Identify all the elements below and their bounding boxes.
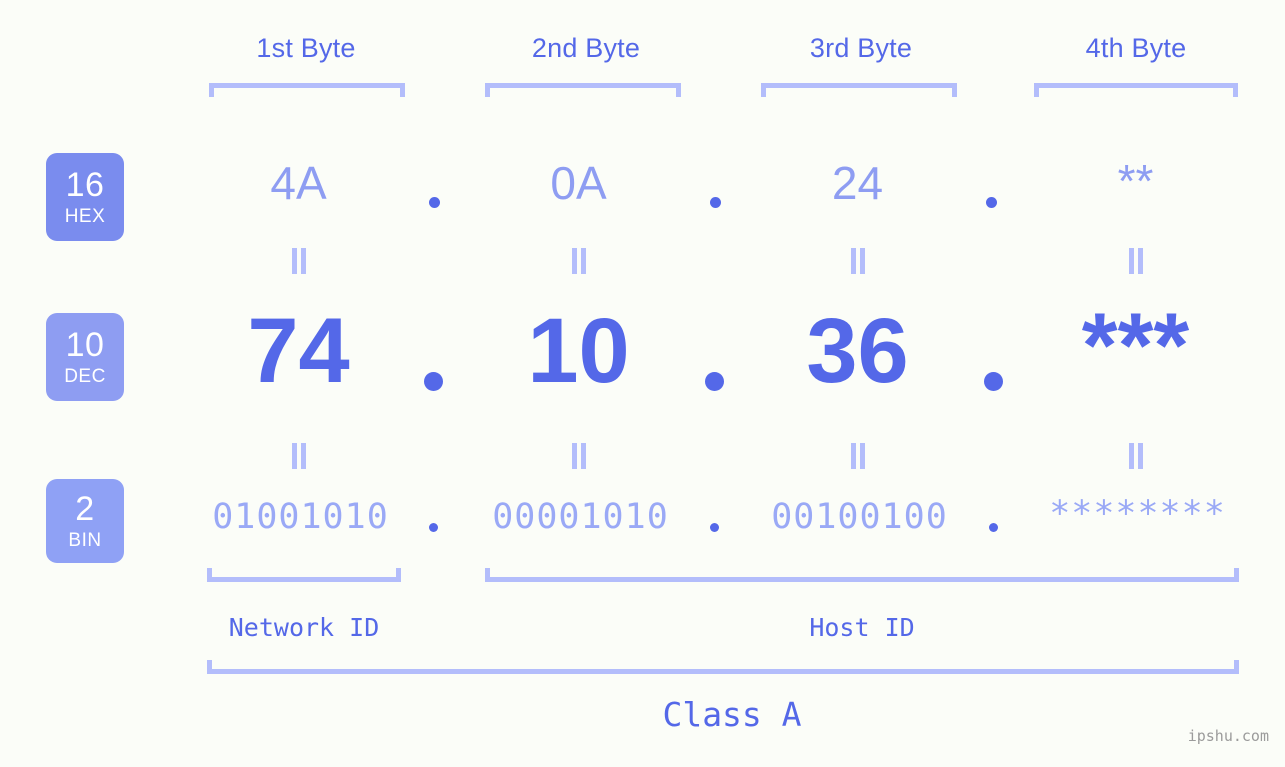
dec-value-3-text: 36 xyxy=(806,300,909,402)
byte-header-4-label: 4th Byte xyxy=(1085,33,1187,63)
network-id-bracket xyxy=(207,568,401,582)
ip-byte-diagram: 1st Byte 2nd Byte 3rd Byte 4th Byte 16 H… xyxy=(0,0,1285,767)
equals-hex-dec-4 xyxy=(1128,248,1144,274)
dec-value-1-text: 74 xyxy=(247,300,350,402)
base-badge-dec-name: DEC xyxy=(64,366,106,387)
dec-separator-1 xyxy=(424,372,443,391)
hex-separator-2 xyxy=(710,197,721,208)
hex-separator-1 xyxy=(429,197,440,208)
watermark: ipshu.com xyxy=(1188,727,1269,745)
equals-dec-bin-4 xyxy=(1128,443,1144,469)
byte-header-2-label: 2nd Byte xyxy=(531,33,641,63)
bin-value-1: 01001010 xyxy=(196,500,405,535)
hex-value-1-text: 4A xyxy=(270,157,327,209)
equals-hex-dec-1 xyxy=(291,248,307,274)
network-id-label: Network ID xyxy=(204,613,404,642)
byte-header-3-label: 3rd Byte xyxy=(809,33,913,63)
dec-value-2: 10 xyxy=(476,305,681,397)
bin-value-2-text: 00001010 xyxy=(492,497,669,537)
byte-header-1: 1st Byte xyxy=(195,33,417,64)
bin-separator-3 xyxy=(989,523,998,532)
byte-header-2: 2nd Byte xyxy=(475,33,697,64)
class-label-text: Class A xyxy=(662,695,802,734)
hex-separator-3 xyxy=(986,197,997,208)
base-badge-bin-number: 2 xyxy=(75,490,95,528)
bin-value-3: 00100100 xyxy=(755,500,964,535)
equals-hex-dec-3 xyxy=(850,248,866,274)
dec-value-4: *** xyxy=(1033,300,1238,392)
hex-value-1: 4A xyxy=(196,160,401,206)
byte-header-4: 4th Byte xyxy=(1025,33,1247,64)
hex-value-3-text: 24 xyxy=(831,157,884,209)
equals-dec-bin-2 xyxy=(571,443,587,469)
dec-value-3: 36 xyxy=(755,305,960,397)
equals-dec-bin-3 xyxy=(850,443,866,469)
equals-dec-bin-1 xyxy=(291,443,307,469)
class-bracket xyxy=(207,660,1239,674)
host-id-label-text: Host ID xyxy=(809,613,915,642)
equals-hex-dec-2 xyxy=(571,248,587,274)
dec-value-2-text: 10 xyxy=(527,300,630,402)
dec-separator-2 xyxy=(705,372,724,391)
bin-separator-2 xyxy=(710,523,719,532)
bin-separator-1 xyxy=(429,523,438,532)
host-id-label: Host ID xyxy=(762,613,962,642)
base-badge-hex: 16 HEX xyxy=(46,153,124,241)
bin-value-2: 00001010 xyxy=(476,500,685,535)
host-id-bracket xyxy=(485,568,1239,582)
hex-value-3: 24 xyxy=(755,160,960,206)
base-badge-bin-name: BIN xyxy=(68,530,102,551)
dec-value-4-text: *** xyxy=(1081,295,1190,397)
hex-value-4-text: ** xyxy=(1117,155,1154,207)
hex-value-2: 0A xyxy=(476,160,681,206)
byte-bracket-1 xyxy=(209,83,405,97)
network-id-label-text: Network ID xyxy=(228,613,380,642)
bin-value-3-text: 00100100 xyxy=(771,497,948,537)
byte-bracket-3 xyxy=(761,83,957,97)
bin-value-4: ******** xyxy=(1033,497,1242,532)
watermark-text: ipshu.com xyxy=(1187,727,1269,745)
dec-separator-3 xyxy=(984,372,1003,391)
dec-value-1: 74 xyxy=(196,305,401,397)
base-badge-dec: 10 DEC xyxy=(46,313,124,401)
byte-header-3: 3rd Byte xyxy=(750,33,972,64)
bin-value-1-text: 01001010 xyxy=(212,497,389,537)
hex-value-2-text: 0A xyxy=(550,157,607,209)
bin-value-4-text: ******** xyxy=(1049,494,1226,534)
byte-bracket-4 xyxy=(1034,83,1238,97)
base-badge-dec-number: 10 xyxy=(65,326,105,364)
class-label: Class A xyxy=(522,695,942,734)
byte-header-1-label: 1st Byte xyxy=(256,33,356,63)
base-badge-hex-number: 16 xyxy=(65,166,105,204)
base-badge-bin: 2 BIN xyxy=(46,479,124,563)
base-badge-hex-name: HEX xyxy=(64,206,106,227)
hex-value-4: ** xyxy=(1033,158,1238,204)
byte-bracket-2 xyxy=(485,83,681,97)
